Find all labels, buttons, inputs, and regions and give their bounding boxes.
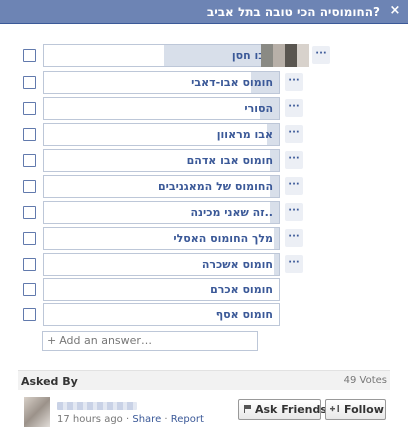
- option-bar[interactable]: חומוס אבו אדהם: [43, 149, 280, 172]
- separator: ·: [125, 414, 130, 425]
- more-voters-button[interactable]: ···: [285, 203, 303, 221]
- voter-avatar[interactable]: [261, 44, 273, 67]
- asker-name-blurred[interactable]: [57, 402, 137, 410]
- option-label: ..זה שאני מכינה: [190, 206, 273, 219]
- poll-option: אבו חסן ···: [23, 44, 403, 67]
- option-bar[interactable]: ..זה שאני מכינה: [43, 201, 280, 224]
- option-bar[interactable]: אבו חסן: [43, 44, 280, 67]
- option-bar[interactable]: אבו מראוון: [43, 123, 280, 146]
- poll-option: הסורי ···: [23, 97, 403, 120]
- share-link[interactable]: Share: [132, 414, 161, 425]
- option-label: חומוס אכרם: [210, 283, 273, 296]
- voter-avatars[interactable]: [261, 44, 309, 67]
- option-label: החומוס של המאגניבים: [157, 180, 273, 193]
- poll-option: חומוס אבו אדהם ···: [23, 149, 403, 172]
- poll-option: ..זה שאני מכינה ···: [23, 201, 403, 224]
- more-voters-button[interactable]: ···: [285, 229, 303, 247]
- voter-avatar[interactable]: [285, 44, 297, 67]
- follow-button[interactable]: Follow: [325, 399, 386, 420]
- option-label: אבו מראוון: [216, 128, 273, 141]
- dialog-title-bar: ?החומוסיה הכי טובה בתל אביב ×: [0, 0, 408, 24]
- asker-meta: 17 hours ago · Share · Report: [57, 414, 204, 425]
- option-checkbox[interactable]: [23, 102, 36, 115]
- voter-avatar[interactable]: [273, 44, 285, 67]
- option-bar[interactable]: הסורי: [43, 97, 280, 120]
- option-label: חומוס אשכרה: [201, 258, 273, 271]
- option-checkbox[interactable]: [23, 76, 36, 89]
- asked-by-label: Asked By: [21, 375, 78, 388]
- option-label: מלך החומוס האסלי: [173, 232, 273, 245]
- option-checkbox[interactable]: [23, 283, 36, 296]
- add-answer-placeholder: Add an answer…: [59, 334, 152, 347]
- vote-share-fill: [274, 228, 279, 249]
- option-checkbox[interactable]: [23, 180, 36, 193]
- add-answer-input[interactable]: + Add an answer…: [42, 331, 258, 351]
- vote-share-fill: [274, 254, 279, 275]
- more-voters-button[interactable]: ···: [285, 125, 303, 143]
- close-icon[interactable]: ×: [388, 3, 402, 19]
- more-voters-button[interactable]: ···: [285, 151, 303, 169]
- option-checkbox[interactable]: [23, 206, 36, 219]
- option-label: חומוס אבו-דאבי: [191, 76, 273, 89]
- option-bar[interactable]: מלך החומוס האסלי: [43, 227, 280, 250]
- more-voters-button[interactable]: ···: [285, 255, 303, 273]
- poll-option: חומוס אסף: [23, 303, 403, 326]
- option-checkbox[interactable]: [23, 49, 36, 62]
- plus-one-icon: [330, 401, 341, 420]
- option-bar[interactable]: חומוס אסף: [43, 303, 280, 326]
- follow-label: Follow: [344, 403, 384, 416]
- option-label: הסורי: [244, 102, 273, 115]
- option-label: חומוס אבו אדהם: [186, 154, 273, 167]
- option-checkbox[interactable]: [23, 308, 36, 321]
- separator: ·: [164, 414, 168, 425]
- option-bar[interactable]: החומוס של המאגניבים: [43, 175, 280, 198]
- more-voters-button[interactable]: ···: [285, 73, 303, 91]
- poll-option: אבו מראוון ···: [23, 123, 403, 146]
- flag-icon: [243, 401, 252, 420]
- ask-friends-button[interactable]: Ask Friends: [238, 399, 327, 420]
- more-voters-button[interactable]: ···: [285, 99, 303, 117]
- poll-option: חומוס אבו-דאבי ···: [23, 71, 403, 94]
- more-voters-button[interactable]: ···: [285, 177, 303, 195]
- time-ago: 17 hours ago: [57, 414, 123, 425]
- poll-option: חומוס אשכרה ···: [23, 253, 403, 276]
- voter-avatar[interactable]: [297, 44, 309, 67]
- asker-avatar[interactable]: [24, 397, 50, 427]
- option-label: חומוס אסף: [215, 308, 273, 321]
- dialog-title: ?החומוסיה הכי טובה בתל אביב: [206, 5, 380, 19]
- more-voters-button[interactable]: ···: [312, 46, 330, 64]
- option-checkbox[interactable]: [23, 232, 36, 245]
- option-bar[interactable]: חומוס אכרם: [43, 278, 280, 301]
- ask-friends-label: Ask Friends: [255, 403, 327, 416]
- option-checkbox[interactable]: [23, 154, 36, 167]
- poll-option: חומוס אכרם: [23, 278, 403, 301]
- vote-count: 49 Votes: [343, 375, 387, 386]
- poll-option: מלך החומוס האסלי ···: [23, 227, 403, 250]
- option-checkbox[interactable]: [23, 128, 36, 141]
- report-link[interactable]: Report: [171, 414, 204, 425]
- option-checkbox[interactable]: [23, 258, 36, 271]
- poll-option: החומוס של המאגניבים ···: [23, 175, 403, 198]
- option-bar[interactable]: חומוס אשכרה: [43, 253, 280, 276]
- option-bar[interactable]: חומוס אבו-דאבי: [43, 71, 280, 94]
- asked-by-bar: Asked By 49 Votes: [18, 370, 390, 390]
- plus-icon: +: [47, 334, 57, 347]
